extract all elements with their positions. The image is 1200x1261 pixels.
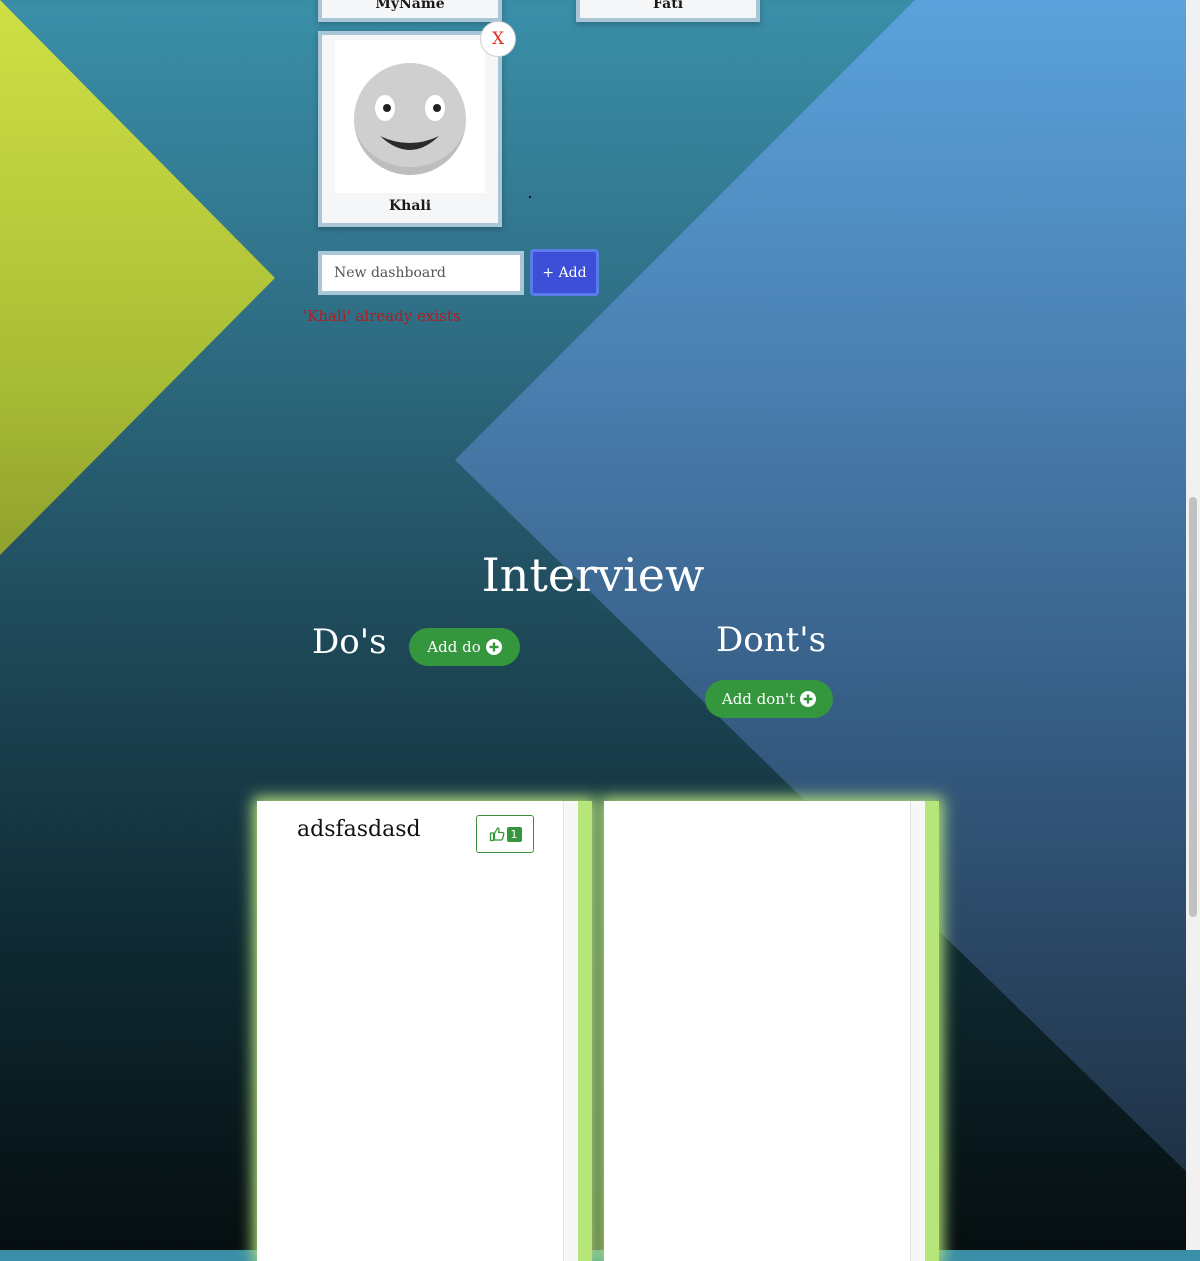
thumbs-up-icon — [489, 827, 504, 842]
panel-scrollbar[interactable] — [563, 801, 578, 1261]
dashboard-card-khali[interactable]: Khali — [318, 31, 502, 227]
add-dashboard-button[interactable]: + Add — [530, 249, 599, 296]
page-scrollbar-thumb[interactable] — [1189, 497, 1197, 917]
plus-circle-icon — [800, 691, 817, 707]
plus-circle-icon — [485, 639, 502, 655]
donts-title: Dont's — [716, 620, 827, 660]
new-dashboard-input[interactable] — [318, 251, 524, 295]
panel-scrollbar[interactable] — [910, 801, 925, 1261]
delete-dashboard-button[interactable]: X — [480, 21, 516, 57]
background-olive-shape — [0, 0, 275, 555]
dashboard-card-fati[interactable]: Fati — [576, 0, 760, 22]
like-button[interactable]: 1 — [476, 815, 534, 853]
panel-edge — [925, 801, 939, 1261]
list-item-text: adsfasdasd — [297, 817, 421, 842]
dashboard-card-name: MyName — [375, 0, 445, 12]
stray-dot — [529, 196, 531, 198]
panel-edge — [578, 801, 592, 1261]
add-do-button[interactable]: Add do — [409, 628, 520, 666]
like-count-badge: 1 — [506, 826, 522, 842]
section-title: Interview — [481, 548, 705, 602]
dos-title: Do's — [312, 622, 387, 662]
smiley-face-icon — [354, 63, 466, 175]
background-blue-shape — [455, 0, 1200, 1185]
add-dont-label: Add don't — [721, 690, 796, 708]
add-do-label: Add do — [427, 638, 481, 656]
avatar — [335, 40, 485, 193]
dashboard-card-name: Khali — [388, 198, 432, 214]
page-scrollbar[interactable] — [1186, 0, 1200, 1250]
dashboard-card-name: Fati — [652, 0, 684, 12]
donts-list-panel — [604, 801, 939, 1261]
error-message: 'Khali' already exists — [303, 307, 461, 325]
add-dont-button[interactable]: Add don't — [705, 680, 833, 718]
dos-list-panel: adsfasdasd 1 — [257, 801, 592, 1261]
dashboard-card-myname[interactable]: MyName — [318, 0, 502, 22]
